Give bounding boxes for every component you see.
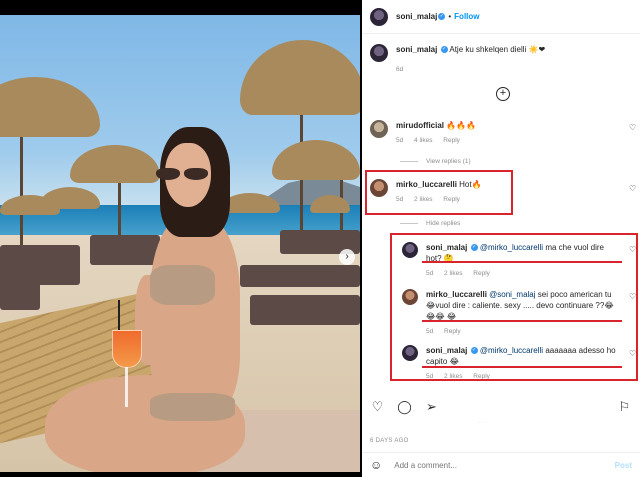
reply-username[interactable]: soni_malaj [426, 346, 467, 355]
like-comment-heart-icon[interactable]: ♡ [629, 185, 636, 193]
comment-icon[interactable]: ◯ [397, 399, 412, 414]
glass-stem [125, 367, 128, 407]
reply-button[interactable]: Reply [443, 137, 460, 144]
reply-age: 5d [426, 328, 434, 335]
comment-text: Hot🔥 [459, 180, 482, 189]
divider [400, 223, 418, 224]
post-time-ago[interactable]: 6 DAYS AGO [370, 438, 409, 444]
underline [422, 366, 622, 368]
verified-badge-icon: ✓ [470, 347, 478, 355]
reply-username[interactable]: mirko_luccarelli [426, 290, 487, 299]
reply-likes[interactable]: 2 likes [444, 373, 462, 380]
bookmark-icon[interactable]: ⚐ [617, 399, 632, 414]
emoji-icon[interactable]: ☺ [370, 458, 382, 472]
heart-icon[interactable]: ♡ [370, 399, 385, 414]
comment-age: 5d [396, 137, 404, 144]
like-reply-heart-icon[interactable]: ♡ [629, 293, 636, 301]
umbrella [272, 140, 360, 180]
avatar[interactable] [370, 7, 388, 26]
author-username[interactable]: soni_malaj [396, 12, 437, 21]
reply-mention[interactable]: @soni_malaj [489, 290, 535, 299]
post-comment-button[interactable]: Post [615, 461, 632, 470]
divider [400, 161, 418, 162]
reply-username[interactable]: soni_malaj [426, 243, 467, 252]
underline [422, 320, 622, 322]
reply-item: soni_malaj ✓ @mirko_luccarelli aaaaaaa a… [402, 345, 632, 382]
likes-summary[interactable]: ers [370, 421, 520, 431]
follow-button[interactable]: Follow [454, 12, 479, 21]
hide-replies-button[interactable]: Hide replies [400, 220, 460, 227]
reply-mention[interactable]: @mirko_luccarelli [480, 346, 543, 355]
comment-username[interactable]: mirko_luccarelli [396, 180, 457, 189]
avatar[interactable] [402, 242, 418, 258]
caption: soni_malaj ✓ Atje ku shkelqen dielli ☀️❤… [370, 44, 632, 75]
comment-username[interactable]: mirudofficial [396, 121, 444, 130]
verified-badge-icon: ✓ [470, 244, 478, 252]
separator-dot: • [448, 12, 452, 21]
reply-button[interactable]: Reply [473, 373, 490, 380]
sun-lounger [0, 245, 80, 285]
reply-button[interactable]: Reply [473, 270, 490, 277]
reply-age: 5d [426, 270, 434, 277]
verified-badge-icon: ✓ [440, 46, 448, 54]
like-comment-heart-icon[interactable]: ♡ [629, 124, 636, 132]
carousel-next-button[interactable]: › [339, 249, 355, 265]
share-icon[interactable]: ➢ [424, 399, 439, 414]
reply-likes[interactable]: 2 likes [444, 270, 462, 277]
post-actions: ♡ ◯ ➢ ⚐ [370, 397, 632, 415]
comment-likes[interactable]: 4 likes [414, 137, 432, 144]
blurred-likes [370, 423, 490, 430]
sun-lounger [250, 295, 360, 325]
umbrella [240, 40, 360, 115]
like-reply-heart-icon[interactable]: ♡ [629, 350, 636, 358]
sun-lounger [240, 265, 360, 287]
comment-item: mirudofficial 🔥🔥🔥 5d 4 likes Reply [370, 120, 632, 146]
umbrella [0, 77, 100, 137]
umbrella [40, 187, 100, 209]
sunglasses [156, 168, 212, 180]
avatar[interactable] [370, 120, 388, 138]
bikini-bottom [150, 393, 235, 421]
reply-age: 5d [426, 373, 434, 380]
sun-lounger [0, 280, 40, 310]
add-comment-bar: ☺ Post [362, 452, 640, 477]
comment-item: mirko_luccarelli Hot🔥 5d 2 likes Reply [370, 179, 632, 205]
comment-text: 🔥🔥🔥 [446, 121, 477, 130]
verified-badge-icon: ✓ [438, 13, 446, 20]
avatar[interactable] [370, 44, 388, 62]
load-more-comments-button[interactable]: + [496, 87, 510, 101]
comment-age: 5d [396, 196, 404, 203]
post-header: soni_malaj ✓ • Follow [362, 0, 640, 34]
spritz-glass [112, 330, 142, 368]
post-sidebar: soni_malaj ✓ • Follow soni_malaj ✓ Atje … [362, 0, 640, 477]
avatar[interactable] [402, 345, 418, 361]
sun-lounger [90, 235, 160, 265]
underline [422, 261, 622, 263]
caption-username[interactable]: soni_malaj [396, 45, 437, 54]
umbrella [70, 145, 160, 183]
reply-item: mirko_luccarelli @soni_malaj sei poco am… [402, 289, 632, 337]
like-reply-heart-icon[interactable]: ♡ [629, 246, 636, 254]
caption-text: Atje ku shkelqen dielli ☀️❤ [449, 45, 546, 54]
bikini-top [150, 265, 215, 305]
view-replies-label: View replies (1) [426, 158, 471, 165]
hide-replies-label: Hide replies [426, 220, 461, 227]
reply-button[interactable]: Reply [444, 328, 461, 335]
avatar[interactable] [370, 179, 388, 197]
view-replies-button[interactable]: View replies (1) [400, 158, 471, 165]
comment-likes[interactable]: 2 likes [414, 196, 432, 203]
reply-button[interactable]: Reply [443, 196, 460, 203]
avatar[interactable] [402, 289, 418, 305]
person-legs [45, 375, 245, 472]
add-comment-input[interactable] [394, 460, 615, 470]
reply-mention[interactable]: @mirko_luccarelli [480, 243, 543, 252]
caption-age: 6d [396, 66, 404, 73]
post-photo[interactable]: › [0, 15, 360, 472]
